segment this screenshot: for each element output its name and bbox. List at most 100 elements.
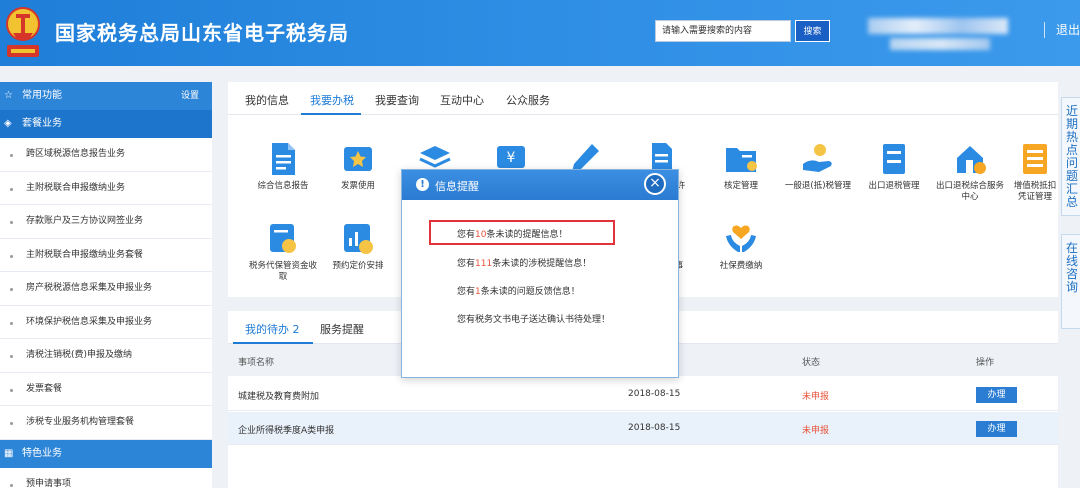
msg-count: 111 <box>475 259 493 269</box>
func-label: 核定管理 <box>723 181 758 191</box>
hot-issues-float[interactable]: 近期热点问题汇总 <box>1061 97 1080 216</box>
msg-suffix: 条未读的提醒信息！ <box>486 230 568 240</box>
cabinet-icon <box>883 144 905 174</box>
tab-my-todo-label: 我的待办 <box>245 323 289 336</box>
chart-yen-icon <box>344 224 373 254</box>
handle-button[interactable]: 办理 <box>976 387 1017 403</box>
search-input[interactable]: 请输入需要搜索的内容 <box>655 20 791 42</box>
func-label: 一般退(抵)税管理 <box>784 181 852 191</box>
sidebar-item[interactable]: 跨区域税源信息报告业务 <box>0 138 212 172</box>
blurred-user-info <box>868 18 1008 34</box>
row-date: 2018-08-15 <box>628 389 681 399</box>
search-button[interactable]: 搜索 <box>795 20 830 42</box>
func-export-refund[interactable]: 出口退税管理 <box>859 140 929 192</box>
tax-reminder-message[interactable]: 您有111条未读的涉税提醒信息！ <box>457 256 591 269</box>
tax-emblem-logo <box>6 7 40 57</box>
house-gear-icon <box>957 146 986 174</box>
hot-issues-label: 近期热点问题汇总 <box>1066 104 1079 209</box>
site-title: 国家税务总局山东省电子税务局 <box>55 21 349 45</box>
close-icon[interactable]: × <box>644 173 666 195</box>
func-label: 社保费缴纳 <box>719 261 763 271</box>
tab-tax-handling[interactable]: 我要办税 <box>310 92 354 108</box>
sidebar: ☆ 常用功能 设置 ◈ 套餐业务 跨区域税源信息报告业务 主附税联合申报缴纳业务… <box>0 82 212 488</box>
msg-prefix: 您有 <box>457 259 476 269</box>
document-message[interactable]: 您有税务文书电子送达确认书待处理！ <box>457 312 610 325</box>
sidebar-item[interactable]: 涉税专业服务机构管理套餐 <box>0 406 212 440</box>
header-divider <box>1044 22 1045 38</box>
sidebar-item[interactable]: 存款账户及三方协议网签业务 <box>0 205 212 239</box>
table-row: 企业所得税季度A类申报 2018-08-15 未申报 办理 <box>228 412 1058 445</box>
ledger-icon <box>1023 144 1047 174</box>
sidebar-common-functions[interactable]: ☆ 常用功能 设置 <box>0 82 212 110</box>
invoice-icon <box>344 147 372 171</box>
func-advance-pricing[interactable]: 预约定价安排 <box>323 220 393 272</box>
tab-my-info[interactable]: 我的信息 <box>245 92 289 108</box>
grid-icon: ▦ <box>4 447 14 459</box>
func-comprehensive-report[interactable]: 综合信息报告 <box>248 140 318 192</box>
sidebar-package-header[interactable]: ◈ 套餐业务 <box>0 110 212 138</box>
func-social-security[interactable]: 社保费缴纳 <box>706 220 776 272</box>
func-custody-fund[interactable]: 税务代保管资金收取 <box>248 220 318 283</box>
refund-hand-icon <box>803 144 832 172</box>
top-header: 国家税务总局山东省电子税务局 请输入需要搜索的内容 搜索 退出 <box>0 0 1080 66</box>
col-status: 状态 <box>802 358 821 368</box>
sidebar-common-label: 常用功能 <box>22 90 62 101</box>
hands-heart-icon <box>726 225 756 252</box>
dialog-title: 信息提醒 <box>435 180 479 193</box>
tab-public-service[interactable]: 公众服务 <box>506 92 550 108</box>
online-consult-label: 在线咨询 <box>1066 241 1079 294</box>
func-label: 增值税抵扣凭证管理 <box>1013 181 1057 202</box>
tab-my-todo[interactable]: 我的待办 2 <box>245 321 300 337</box>
col-op: 操作 <box>976 358 995 368</box>
info-reminder-dialog: ! 信息提醒 × 您有10条未读的提醒信息！ 您有111条未读的涉税提醒信息！ … <box>401 169 679 378</box>
msg-suffix: 条未读的涉税提醒信息！ <box>492 259 592 269</box>
sidebar-item[interactable]: 发票套餐 <box>0 373 212 406</box>
sidebar-settings-link[interactable]: 设置 <box>181 82 199 110</box>
sidebar-special-header[interactable]: ▦ 特色业务 <box>0 439 212 468</box>
row-name: 城建税及教育费附加 <box>238 392 320 402</box>
row-status: 未申报 <box>802 426 830 436</box>
func-label: 出口退税综合服务中心 <box>935 181 1004 202</box>
sidebar-item[interactable]: 环境保护税信息采集及申报业务 <box>0 306 212 339</box>
func-label: 税务代保管资金收取 <box>248 261 317 282</box>
row-name: 企业所得税季度A类申报 <box>238 426 335 436</box>
tab-interaction[interactable]: 互动中心 <box>440 92 484 108</box>
msg-text: 您有税务文书电子送达确认书待处理！ <box>457 315 611 325</box>
func-assessment-management[interactable]: 核定管理 <box>706 140 776 192</box>
sidebar-package-label: 套餐业务 <box>22 118 62 129</box>
alert-icon: ! <box>416 178 429 191</box>
sidebar-item[interactable]: 主附税联合申报缴纳业务套餐 <box>0 239 212 272</box>
msg-prefix: 您有 <box>457 287 476 297</box>
msg-prefix: 您有 <box>457 230 476 240</box>
todo-count: 2 <box>292 323 300 336</box>
reminder-message[interactable]: 您有10条未读的提醒信息！ <box>457 227 567 240</box>
table-row: 城建税及教育费附加 2018-08-15 未申报 办理 <box>228 378 1058 411</box>
func-export-refund-center[interactable]: 出口退税综合服务中心 <box>935 140 1005 203</box>
func-label: 综合信息报告 <box>257 181 309 191</box>
func-refund-management[interactable]: 一般退(抵)税管理 <box>783 140 853 192</box>
handle-button[interactable]: 办理 <box>976 421 1017 437</box>
feedback-message[interactable]: 您有1条未读的问题反馈信息！ <box>457 284 580 297</box>
sidebar-special-label: 特色业务 <box>22 447 62 459</box>
func-label: 发票使用 <box>340 181 375 191</box>
sidebar-item[interactable]: 清税注销税(费)申报及缴纳 <box>0 339 212 373</box>
tab-query[interactable]: 我要查询 <box>375 92 419 108</box>
sidebar-item[interactable]: 主附税联合申报缴纳业务 <box>0 172 212 205</box>
func-vat-deduction[interactable]: 增值税抵扣凭证管理 <box>1011 140 1059 203</box>
sidebar-item[interactable]: 房产税税源信息采集及申报业务 <box>0 272 212 306</box>
blurred-user-info-secondary <box>890 38 990 50</box>
row-date: 2018-08-15 <box>628 423 681 433</box>
logout-link[interactable]: 退出 <box>1056 21 1080 38</box>
sidebar-item[interactable]: 预申请事项 <box>0 468 212 488</box>
row-status: 未申报 <box>802 392 830 402</box>
star-icon: ☆ <box>4 90 13 101</box>
main-tabs: 我的信息 我要办税 我要查询 互动中心 公众服务 <box>228 82 1058 115</box>
online-consult-float[interactable]: 在线咨询 <box>1061 234 1080 329</box>
func-label: 预约定价安排 <box>332 261 384 271</box>
func-invoice-use[interactable]: 发票使用 <box>323 140 393 192</box>
folder-icon <box>726 148 757 172</box>
tab-service-reminder[interactable]: 服务提醒 <box>320 321 364 337</box>
func-label: 出口退税管理 <box>868 181 920 191</box>
dialog-header: ! 信息提醒 × <box>402 170 678 200</box>
svg-text:¥: ¥ <box>507 150 516 166</box>
